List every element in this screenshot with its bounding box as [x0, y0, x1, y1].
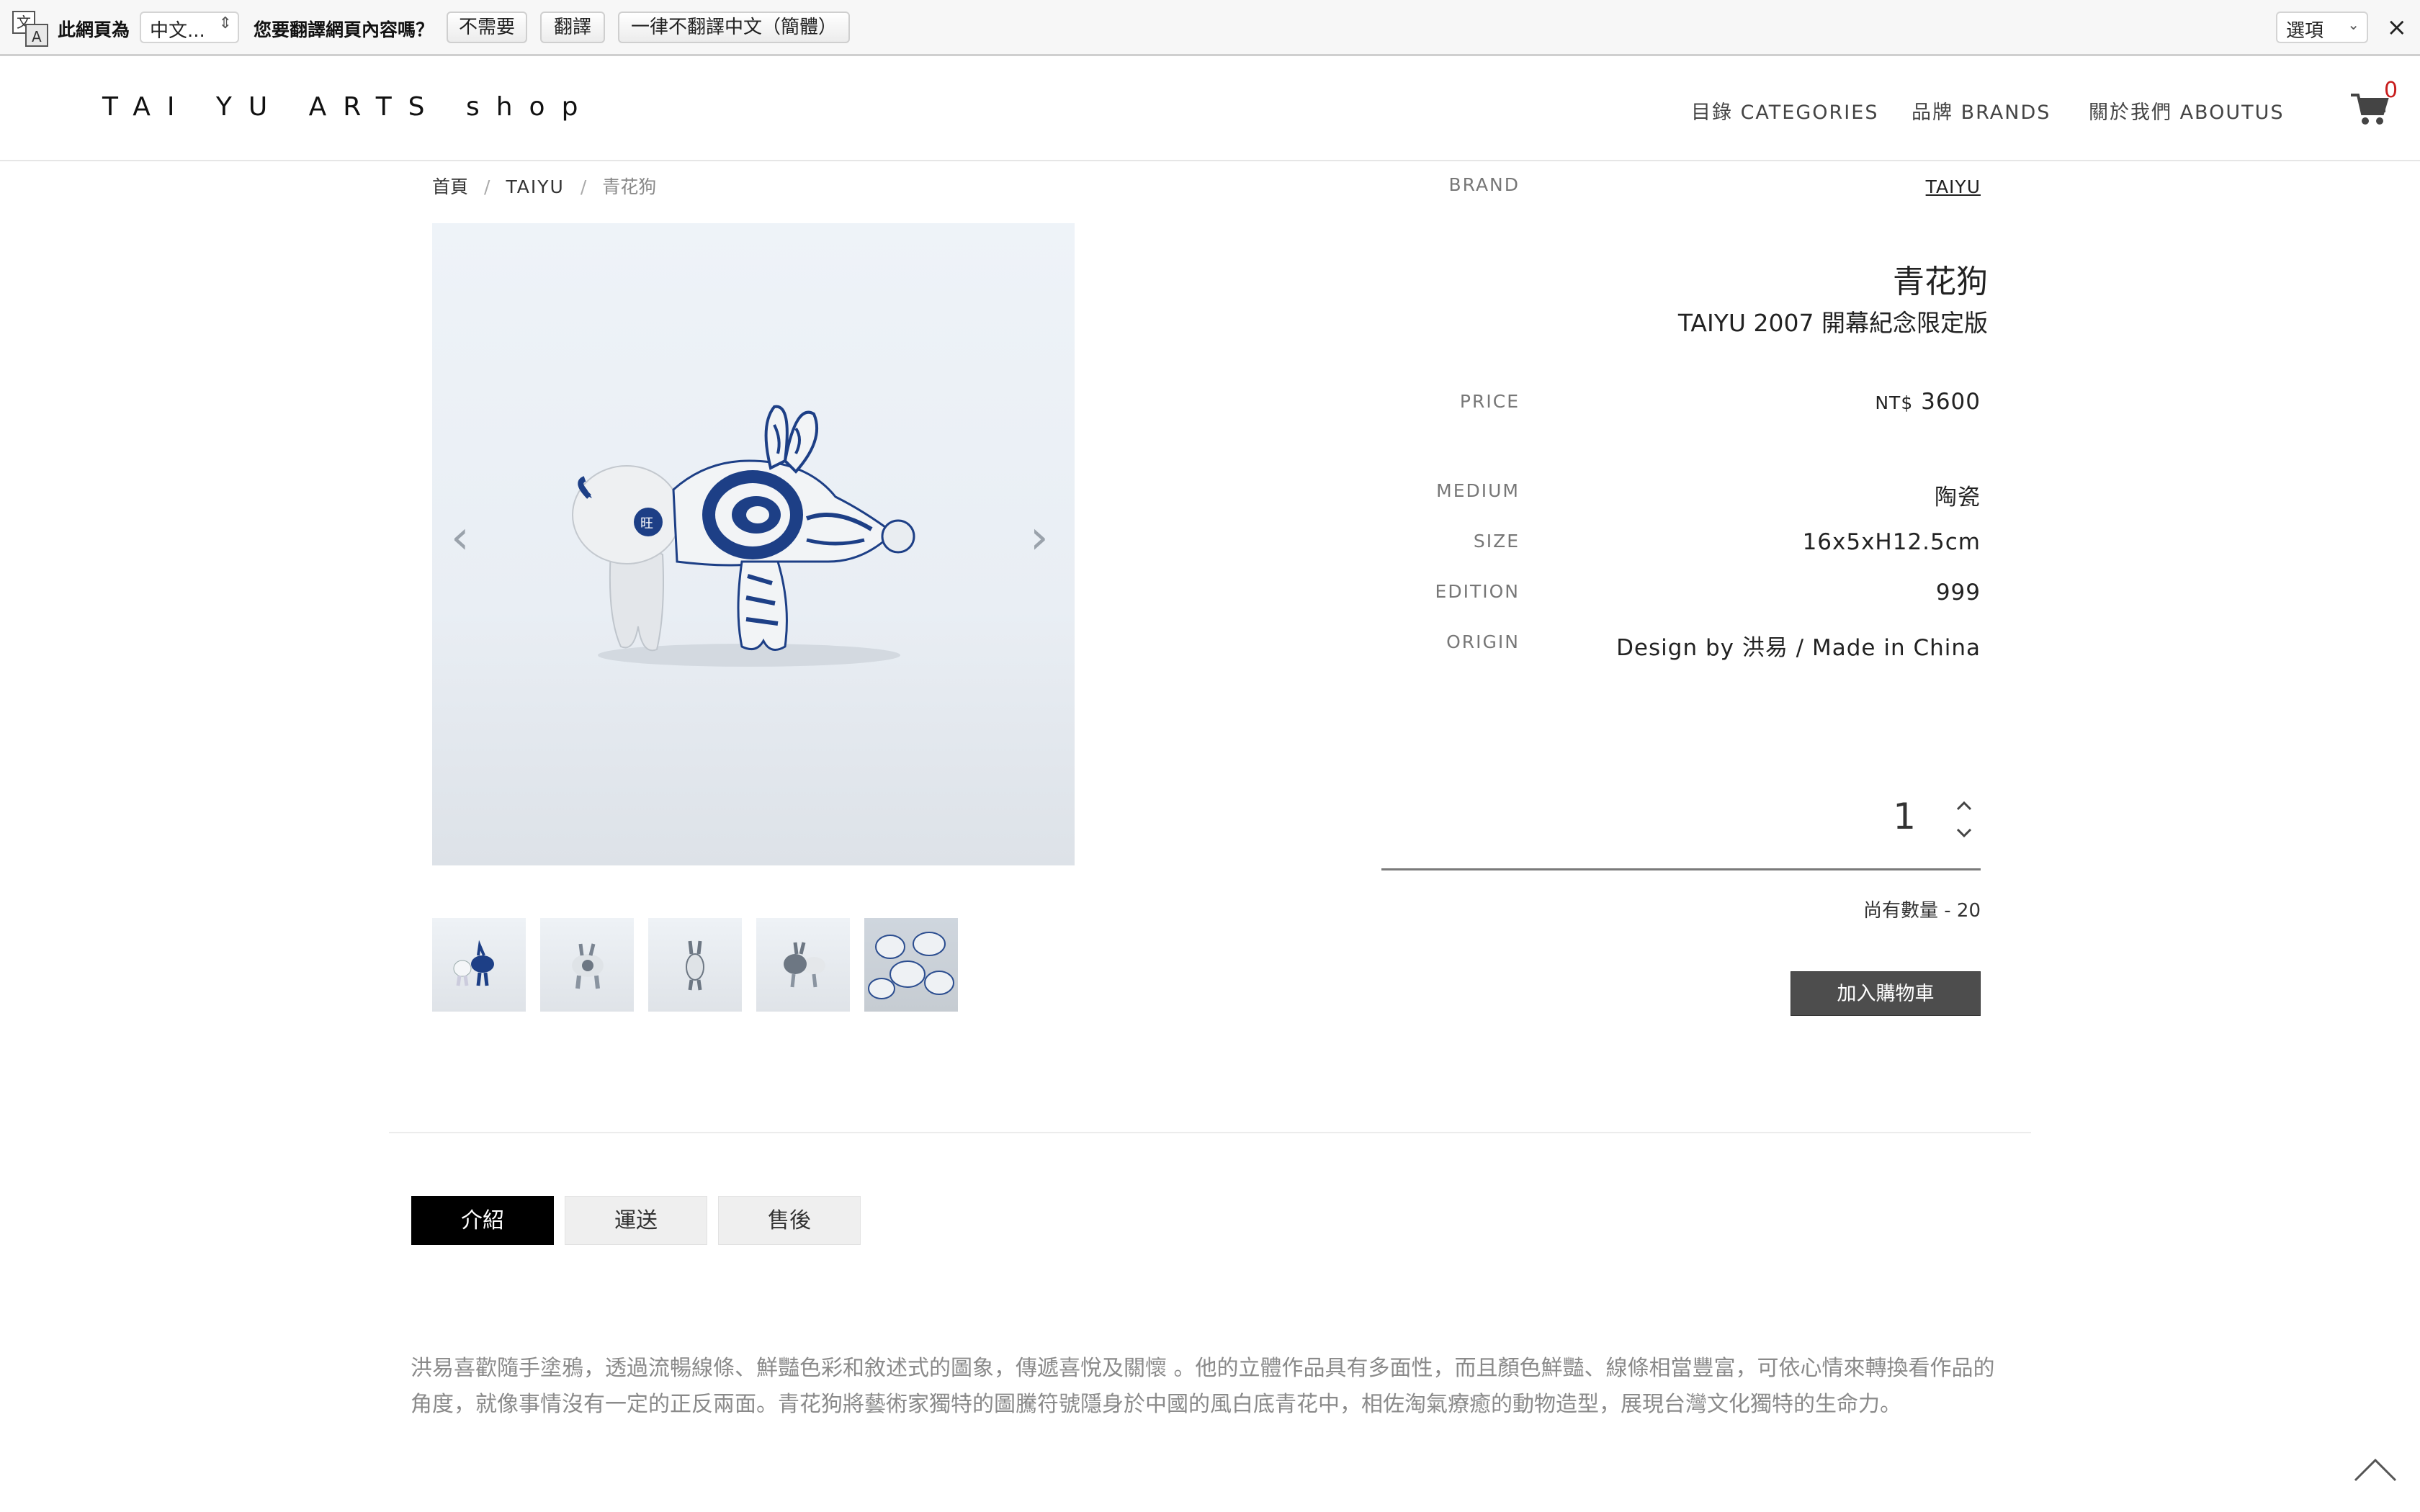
svg-text:旺: 旺 [640, 516, 653, 531]
add-to-cart-button[interactable]: 加入購物車 [1791, 971, 1981, 1016]
quantity-underline [1381, 868, 1981, 870]
product-title: 青花狗 [1893, 264, 1988, 300]
spec-label-origin: ORIGIN [1446, 631, 1520, 652]
breadcrumb-brand[interactable]: TAIYU [506, 176, 564, 197]
translate-prefix: 此網頁為 [58, 19, 130, 40]
tab-after-sales[interactable]: 售後 [718, 1196, 861, 1245]
site-logo[interactable]: TAI YU ARTS shop [102, 92, 594, 122]
quantity-value[interactable]: 1 [1893, 796, 1916, 837]
translate-question: 您要翻譯網頁內容嗎？ [254, 19, 434, 40]
spec-label-medium: MEDIUM [1436, 480, 1520, 501]
options-select-value: 選項 [2286, 20, 2324, 42]
cart-count-badge: 0 [2384, 78, 2398, 103]
svg-text:A: A [32, 28, 42, 45]
close-translate-bar-button[interactable]: × [2387, 13, 2408, 42]
chevron-up-icon[interactable] [1956, 801, 1972, 811]
thumbnail-2[interactable] [540, 918, 634, 1012]
spec-value-edition: 999 [1935, 580, 1981, 606]
no-translate-button[interactable]: 不需要 [447, 12, 527, 43]
breadcrumb-separator: / [580, 176, 587, 197]
thumbnail-5[interactable] [864, 918, 958, 1012]
nav-categories[interactable]: 目錄 CATEGORIES [1691, 96, 1878, 125]
product-main-image[interactable]: 旺 ‹ › [432, 223, 1075, 865]
spec-value-medium: 陶瓷 [1935, 485, 1981, 510]
gallery-next-button[interactable]: › [1030, 511, 1049, 564]
breadcrumb-current: 青花狗 [602, 176, 657, 197]
language-select[interactable]: 中文... ⇕ [140, 12, 239, 43]
price-value: NT$ 3600 [1875, 389, 1981, 415]
tab-introduction[interactable]: 介紹 [411, 1196, 554, 1245]
price-amount: 3600 [1921, 389, 1981, 415]
tab-shipping[interactable]: 運送 [565, 1196, 707, 1245]
gallery-prev-button[interactable]: ‹ [451, 511, 470, 564]
spec-label-size: SIZE [1473, 531, 1520, 552]
breadcrumb: 首頁 / TAIYU / 青花狗 [432, 173, 656, 199]
price-label: PRICE [1459, 391, 1520, 412]
brand-link[interactable]: TAIYU [1926, 176, 1981, 197]
section-divider [389, 1132, 2031, 1133]
language-select-value: 中文... [150, 20, 205, 42]
spec-label-edition: EDITION [1435, 581, 1520, 602]
nav-about[interactable]: 關於我們 ABOUTUS [2089, 96, 2285, 125]
back-to-top-icon[interactable] [2352, 1454, 2398, 1483]
thumbnail-4[interactable] [756, 918, 850, 1012]
thumbnail-1[interactable] [432, 918, 526, 1012]
chevron-updown-icon: ⇕ [218, 14, 232, 32]
spec-value-origin: Design by 洪易 / Made in China [1616, 635, 1981, 661]
translate-icon: 文 A [12, 11, 48, 47]
price-currency: NT$ [1875, 392, 1914, 413]
nav-brands[interactable]: 品牌 BRANDS [1912, 96, 2051, 125]
site-header: TAI YU ARTS shop 目錄 CATEGORIES 品牌 BRANDS… [0, 56, 2420, 161]
chevron-down-icon[interactable] [1956, 828, 1972, 838]
options-select[interactable]: 選項 ⌄ [2276, 12, 2368, 43]
quantity-stepper[interactable] [1953, 798, 1975, 841]
product-description: 洪易喜歡隨手塗鴉，透過流暢線條、鮮豔色彩和敘述式的圖象，傳遞喜悅及關懷 。他的立… [411, 1356, 1995, 1417]
stock-info: 尚有數量 - 20 [1863, 900, 1981, 922]
brand-label: BRAND [1448, 174, 1520, 195]
chevron-down-icon: ⌄ [2347, 16, 2360, 33]
translate-bar: 文 A 此網頁為 中文... ⇕ 您要翻譯網頁內容嗎？ 不需要 翻譯 一律不翻譯… [0, 0, 2420, 56]
breadcrumb-home[interactable]: 首頁 [432, 176, 468, 197]
porcelain-dog-figure: 旺 [572, 405, 915, 667]
never-translate-button[interactable]: 一律不翻譯中文（簡體） [618, 12, 850, 43]
translate-button[interactable]: 翻譯 [540, 12, 605, 43]
spec-value-size: 16x5xH12.5cm [1802, 529, 1981, 555]
breadcrumb-separator: / [484, 176, 490, 197]
product-subtitle: TAIYU 2007 開幕紀念限定版 [1677, 309, 1988, 337]
thumbnail-3[interactable] [648, 918, 742, 1012]
